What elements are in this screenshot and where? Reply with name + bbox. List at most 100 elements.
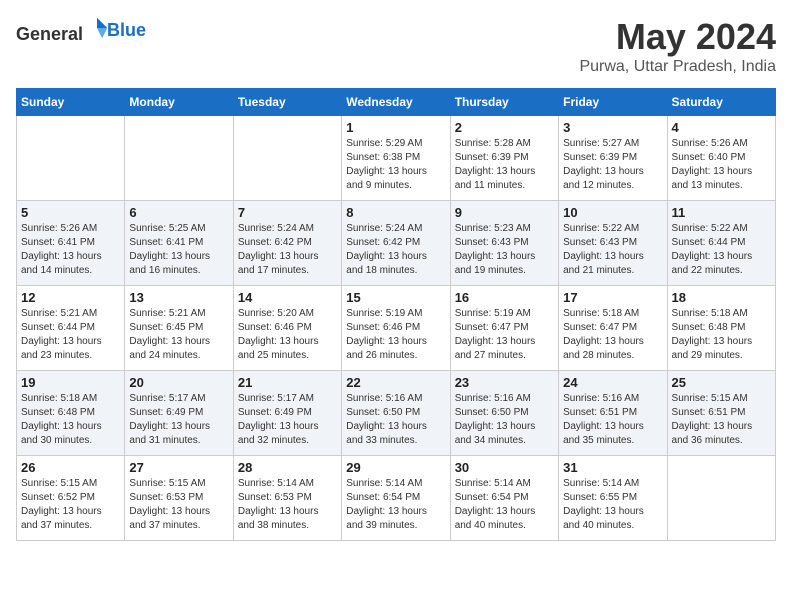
calendar-cell: 20 Sunrise: 5:17 AM Sunset: 6:49 PM Dayli… [125,371,233,456]
day-number: 31 [563,460,662,475]
day-info: Sunrise: 5:29 AM Sunset: 6:38 PM Dayligh… [346,137,445,193]
day-number: 1 [346,120,445,135]
day-header-thursday: Thursday [450,89,558,116]
logo-icon [85,16,109,40]
calendar-cell: 6 Sunrise: 5:25 AM Sunset: 6:41 PM Daylig… [125,201,233,286]
day-number: 20 [129,375,228,390]
day-number: 27 [129,460,228,475]
day-number: 29 [346,460,445,475]
day-info: Sunrise: 5:22 AM Sunset: 6:43 PM Dayligh… [563,222,662,278]
day-number: 4 [672,120,771,135]
day-info: Sunrise: 5:14 AM Sunset: 6:54 PM Dayligh… [455,477,554,533]
week-row-2: 5Sunrise: 5:26 AM Sunset: 6:41 PM Daylig… [17,201,776,286]
day-header-wednesday: Wednesday [342,89,450,116]
logo-general: General [16,24,83,44]
calendar-cell: 5Sunrise: 5:26 AM Sunset: 6:41 PM Daylig… [17,201,125,286]
day-number: 6 [129,205,228,220]
day-header-tuesday: Tuesday [233,89,341,116]
day-number: 10 [563,205,662,220]
day-number: 7 [238,205,337,220]
calendar-cell: 8 Sunrise: 5:24 AM Sunset: 6:42 PM Daylig… [342,201,450,286]
day-info: Sunrise: 5:16 AM Sunset: 6:50 PM Dayligh… [346,392,445,448]
day-number: 17 [563,290,662,305]
calendar-cell: 14Sunrise: 5:20 AM Sunset: 6:46 PM Dayli… [233,286,341,371]
logo-blue: Blue [107,20,146,40]
calendar-cell: 7 Sunrise: 5:24 AM Sunset: 6:42 PM Daylig… [233,201,341,286]
day-header-sunday: Sunday [17,89,125,116]
day-number: 2 [455,120,554,135]
calendar-cell: 1 Sunrise: 5:29 AM Sunset: 6:38 PM Daylig… [342,116,450,201]
day-info: Sunrise: 5:17 AM Sunset: 6:49 PM Dayligh… [129,392,228,448]
calendar-cell: 10 Sunrise: 5:22 AM Sunset: 6:43 PM Dayli… [559,201,667,286]
calendar-cell: 31Sunrise: 5:14 AM Sunset: 6:55 PM Dayli… [559,456,667,541]
day-info: Sunrise: 5:18 AM Sunset: 6:48 PM Dayligh… [672,307,771,363]
day-number: 13 [129,290,228,305]
day-number: 26 [21,460,120,475]
calendar-cell: 18 Sunrise: 5:18 AM Sunset: 6:48 PM Dayli… [667,286,775,371]
calendar-cell: 30 Sunrise: 5:14 AM Sunset: 6:54 PM Dayli… [450,456,558,541]
week-row-1: 1 Sunrise: 5:29 AM Sunset: 6:38 PM Daylig… [17,116,776,201]
calendar-cell: 21Sunrise: 5:17 AM Sunset: 6:49 PM Dayli… [233,371,341,456]
day-info: Sunrise: 5:18 AM Sunset: 6:48 PM Dayligh… [21,392,120,448]
day-info: Sunrise: 5:22 AM Sunset: 6:44 PM Dayligh… [672,222,771,278]
title-block: May 2024 Purwa, Uttar Pradesh, India [579,16,776,76]
calendar-cell [667,456,775,541]
calendar-cell: 12Sunrise: 5:21 AM Sunset: 6:44 PM Dayli… [17,286,125,371]
day-info: Sunrise: 5:15 AM Sunset: 6:53 PM Dayligh… [129,477,228,533]
main-title: May 2024 [579,16,776,58]
calendar-cell: 29 Sunrise: 5:14 AM Sunset: 6:54 PM Dayli… [342,456,450,541]
day-info: Sunrise: 5:15 AM Sunset: 6:51 PM Dayligh… [672,392,771,448]
day-info: Sunrise: 5:18 AM Sunset: 6:47 PM Dayligh… [563,307,662,363]
calendar-cell: 17 Sunrise: 5:18 AM Sunset: 6:47 PM Dayli… [559,286,667,371]
week-row-5: 26Sunrise: 5:15 AM Sunset: 6:52 PM Dayli… [17,456,776,541]
day-number: 22 [346,375,445,390]
day-number: 19 [21,375,120,390]
calendar-cell: 22 Sunrise: 5:16 AM Sunset: 6:50 PM Dayli… [342,371,450,456]
week-row-4: 19 Sunrise: 5:18 AM Sunset: 6:48 PM Dayli… [17,371,776,456]
day-number: 30 [455,460,554,475]
calendar-cell: 23Sunrise: 5:16 AM Sunset: 6:50 PM Dayli… [450,371,558,456]
subtitle: Purwa, Uttar Pradesh, India [579,58,776,76]
day-number: 9 [455,205,554,220]
day-info: Sunrise: 5:20 AM Sunset: 6:46 PM Dayligh… [238,307,337,363]
day-info: Sunrise: 5:24 AM Sunset: 6:42 PM Dayligh… [238,222,337,278]
logo: General Blue [16,16,146,45]
day-info: Sunrise: 5:28 AM Sunset: 6:39 PM Dayligh… [455,137,554,193]
day-number: 24 [563,375,662,390]
calendar-cell: 27 Sunrise: 5:15 AM Sunset: 6:53 PM Dayli… [125,456,233,541]
day-number: 8 [346,205,445,220]
day-number: 28 [238,460,337,475]
day-info: Sunrise: 5:26 AM Sunset: 6:40 PM Dayligh… [672,137,771,193]
day-number: 21 [238,375,337,390]
calendar-cell: 19 Sunrise: 5:18 AM Sunset: 6:48 PM Dayli… [17,371,125,456]
day-number: 18 [672,290,771,305]
day-info: Sunrise: 5:25 AM Sunset: 6:41 PM Dayligh… [129,222,228,278]
day-header-saturday: Saturday [667,89,775,116]
calendar-cell: 3Sunrise: 5:27 AM Sunset: 6:39 PM Daylig… [559,116,667,201]
calendar-cell: 11 Sunrise: 5:22 AM Sunset: 6:44 PM Dayli… [667,201,775,286]
day-number: 16 [455,290,554,305]
calendar-cell: 2 Sunrise: 5:28 AM Sunset: 6:39 PM Daylig… [450,116,558,201]
calendar-cell: 13Sunrise: 5:21 AM Sunset: 6:45 PM Dayli… [125,286,233,371]
calendar-cell [125,116,233,201]
day-number: 11 [672,205,771,220]
day-info: Sunrise: 5:21 AM Sunset: 6:44 PM Dayligh… [21,307,120,363]
calendar-cell: 9 Sunrise: 5:23 AM Sunset: 6:43 PM Daylig… [450,201,558,286]
day-number: 25 [672,375,771,390]
week-row-3: 12Sunrise: 5:21 AM Sunset: 6:44 PM Dayli… [17,286,776,371]
day-info: Sunrise: 5:19 AM Sunset: 6:47 PM Dayligh… [455,307,554,363]
day-info: Sunrise: 5:24 AM Sunset: 6:42 PM Dayligh… [346,222,445,278]
day-header-monday: Monday [125,89,233,116]
calendar-cell [17,116,125,201]
calendar-cell: 26Sunrise: 5:15 AM Sunset: 6:52 PM Dayli… [17,456,125,541]
day-info: Sunrise: 5:16 AM Sunset: 6:51 PM Dayligh… [563,392,662,448]
day-info: Sunrise: 5:14 AM Sunset: 6:53 PM Dayligh… [238,477,337,533]
calendar-cell: 16 Sunrise: 5:19 AM Sunset: 6:47 PM Dayli… [450,286,558,371]
calendar-cell: 4 Sunrise: 5:26 AM Sunset: 6:40 PM Daylig… [667,116,775,201]
day-number: 5 [21,205,120,220]
day-info: Sunrise: 5:23 AM Sunset: 6:43 PM Dayligh… [455,222,554,278]
calendar-cell: 24 Sunrise: 5:16 AM Sunset: 6:51 PM Dayli… [559,371,667,456]
day-number: 3 [563,120,662,135]
day-header-friday: Friday [559,89,667,116]
day-info: Sunrise: 5:14 AM Sunset: 6:54 PM Dayligh… [346,477,445,533]
